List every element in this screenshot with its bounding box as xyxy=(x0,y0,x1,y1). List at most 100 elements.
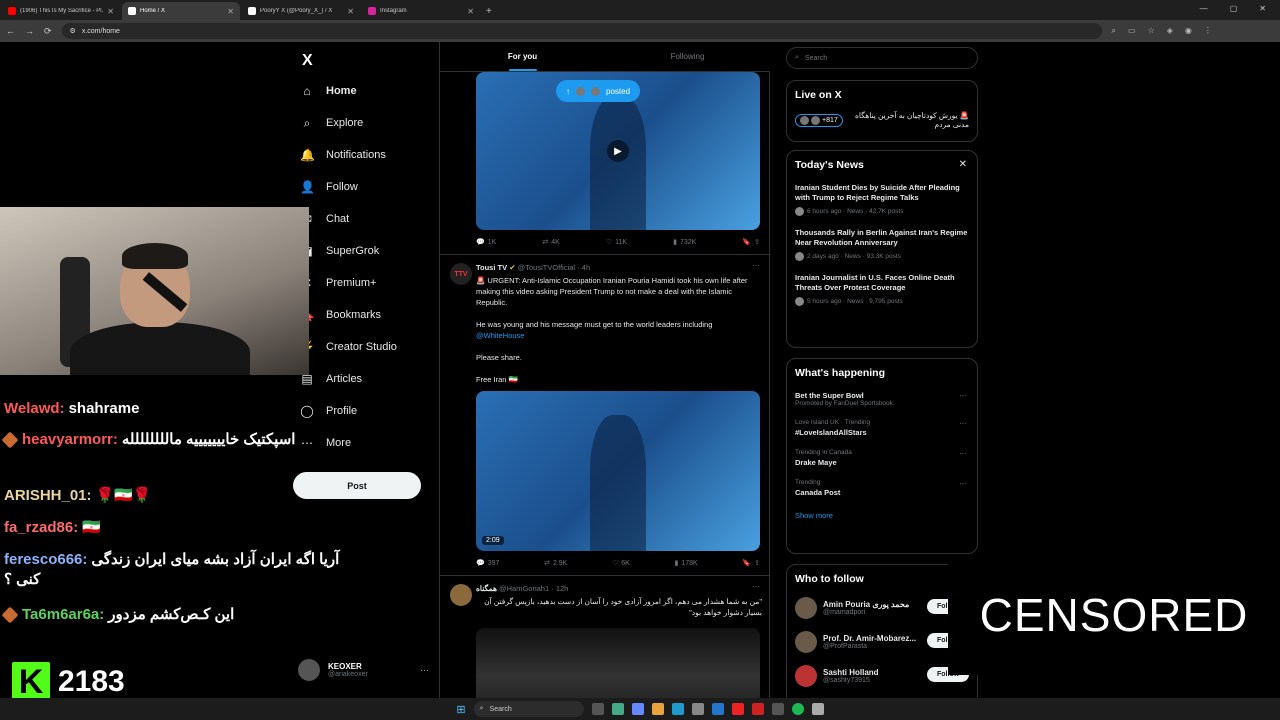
show-more-link[interactable]: Show more xyxy=(795,511,969,520)
nav-follow[interactable]: 👤 Follow xyxy=(300,177,358,197)
chrome-icon[interactable] xyxy=(611,703,624,715)
app-icon[interactable] xyxy=(751,703,764,715)
live-item[interactable]: 🚨 یورش کودتاچیان به آخرین پناهگاه مدنی م… xyxy=(795,111,969,129)
nav-explore[interactable]: ⌕ Explore xyxy=(300,113,364,133)
back-icon[interactable]: ← xyxy=(6,26,15,36)
trend-item[interactable]: Bet the Super Bowl Promoted by FanDuel Sp… xyxy=(795,391,969,407)
nav-notifications[interactable]: 🔔 Notifications xyxy=(300,145,386,165)
forward-icon[interactable]: → xyxy=(25,26,34,36)
tweet[interactable]: TTV Tousi TV ✔ @TousiTVOfficial · 4h ···… xyxy=(440,254,770,574)
tweet-time[interactable]: · 4h xyxy=(577,263,590,272)
menu-icon[interactable]: ⋮ xyxy=(1204,26,1212,36)
reply-button[interactable]: 💬 397 xyxy=(476,559,499,568)
more-icon[interactable]: ··· xyxy=(959,391,967,400)
tweet-video[interactable]: ↑ posted ▶ xyxy=(476,72,760,230)
settings-icon[interactable] xyxy=(811,703,824,715)
close-tab-icon[interactable]: ✕ xyxy=(347,7,354,16)
browser-tab[interactable]: Instagram ✕ xyxy=(362,2,480,20)
views-button[interactable]: ▮ 178K xyxy=(675,559,698,568)
play-icon[interactable]: ▶ xyxy=(607,140,629,162)
close-icon[interactable]: ✕ xyxy=(959,159,967,170)
mention-link[interactable]: @WhiteHouse xyxy=(476,331,524,340)
app-icon[interactable] xyxy=(771,703,784,715)
live-listeners-pill[interactable]: +817 xyxy=(795,113,843,127)
app-icon[interactable] xyxy=(631,703,644,715)
retweet-button[interactable]: ⇄ 2.9K xyxy=(544,559,567,568)
tweet-video[interactable]: 2:09 xyxy=(476,391,760,551)
follow-suggestion[interactable]: Sashti Holland@sashty73915Follow xyxy=(795,665,970,687)
follow-suggestion[interactable]: Amin Pouria محمد پوری@mamadporiFollow xyxy=(795,597,970,619)
maximize-icon[interactable]: ▢ xyxy=(1230,4,1238,13)
tweet-author-handle[interactable]: @TousiTVOfficial xyxy=(518,263,576,272)
new-posts-pill[interactable]: ↑ posted xyxy=(556,80,641,102)
app-icon[interactable] xyxy=(691,703,704,715)
like-button[interactable]: ♡ 6K xyxy=(612,559,630,568)
trend-item[interactable]: Trending in Canada Drake Maye ··· xyxy=(795,449,969,467)
close-tab-icon[interactable]: ✕ xyxy=(107,7,114,16)
tweet-image[interactable] xyxy=(476,628,760,698)
windows-start-icon[interactable]: ⊞ xyxy=(456,703,465,716)
avatar[interactable]: TTV xyxy=(450,263,472,285)
browser-tab-active[interactable]: Home / X ✕ xyxy=(122,2,240,20)
more-icon[interactable]: ··· xyxy=(752,582,760,591)
tweet-time[interactable]: · 12h xyxy=(551,584,568,593)
more-icon[interactable]: ··· xyxy=(959,419,967,428)
more-icon[interactable]: ··· xyxy=(420,665,429,675)
nav-bookmarks[interactable]: 🔖Bookmarks xyxy=(300,305,381,325)
minimize-icon[interactable]: — xyxy=(1200,4,1208,13)
url-field[interactable]: ⚙ x.com/home xyxy=(61,23,1102,39)
more-icon[interactable]: ··· xyxy=(959,479,967,488)
new-tab-icon[interactable]: + xyxy=(486,6,492,17)
tab-for-you[interactable]: For you xyxy=(440,42,605,71)
youtube-icon[interactable] xyxy=(731,703,744,715)
x-logo[interactable]: X xyxy=(302,52,313,70)
taskbar-search[interactable]: ⌕ Search xyxy=(473,701,584,717)
views-button[interactable]: ▮ 732K xyxy=(673,238,696,247)
trend-item[interactable]: Love Island UK · Trending #LoveIslandAllS… xyxy=(795,419,969,437)
news-item[interactable]: Thousands Rally in Berlin Against Iran's… xyxy=(795,228,969,261)
extensions-icon[interactable]: ◈ xyxy=(1167,26,1173,36)
bookmark-icon[interactable]: 🔖 xyxy=(742,559,751,567)
more-icon[interactable]: ··· xyxy=(959,449,967,458)
file-explorer-icon[interactable] xyxy=(651,703,664,715)
more-icon[interactable]: ··· xyxy=(752,261,760,270)
reply-button[interactable]: 💬 1K xyxy=(476,238,496,247)
close-tab-icon[interactable]: ✕ xyxy=(227,7,234,16)
avatar[interactable] xyxy=(795,665,817,687)
news-item[interactable]: Iranian Journalist in U.S. Faces Online … xyxy=(795,273,969,306)
news-item[interactable]: Iranian Student Dies by Suicide After Pl… xyxy=(795,183,969,216)
site-info-icon[interactable]: ⚙ xyxy=(70,27,76,35)
nav-home[interactable]: ⌂ Home xyxy=(300,81,356,101)
nav-supergrok[interactable]: ◪SuperGrok xyxy=(300,241,379,261)
mail-icon[interactable] xyxy=(711,703,724,715)
share-icon[interactable]: ⇪ xyxy=(754,559,760,567)
trend-item[interactable]: Trending Canada Post ··· xyxy=(795,479,969,497)
search-input[interactable]: ⌕ Search xyxy=(786,47,978,69)
reload-icon[interactable]: ⟳ xyxy=(44,26,52,37)
zoom-icon[interactable]: ⌕ xyxy=(1112,26,1116,36)
account-switcher[interactable]: KEOXER @ariakeoxer ··· xyxy=(298,659,429,681)
star-icon[interactable]: ☆ xyxy=(1148,26,1155,36)
avatar[interactable] xyxy=(795,631,817,653)
close-window-icon[interactable]: ✕ xyxy=(1259,4,1266,13)
retweet-button[interactable]: ⇄ 4K xyxy=(542,238,559,247)
browser-tab[interactable]: PooryY X (@Poory_X_) / X ✕ xyxy=(242,2,360,20)
tweet-author-name[interactable]: همگناه xyxy=(476,584,497,593)
avatar[interactable] xyxy=(450,584,472,606)
nav-premium[interactable]: ✕Premium+ xyxy=(300,273,376,293)
browser-tab[interactable]: (1906) This Is My Sacrifice - Pl... ✕ xyxy=(2,2,120,20)
task-view-icon[interactable] xyxy=(591,703,604,715)
tweet-author-handle[interactable]: @HamGonah1 xyxy=(499,584,549,593)
like-button[interactable]: ♡ 11K xyxy=(606,238,627,247)
nav-creator-studio[interactable]: ⚡Creator Studio xyxy=(300,337,397,357)
close-tab-icon[interactable]: ✕ xyxy=(467,7,474,16)
tweet-author-name[interactable]: Tousi TV xyxy=(476,263,507,272)
tab-following[interactable]: Following xyxy=(605,42,770,71)
bookmark-icon[interactable]: 🔖 xyxy=(742,238,751,246)
edge-icon[interactable] xyxy=(671,703,684,715)
avatar[interactable] xyxy=(795,597,817,619)
spotify-icon[interactable] xyxy=(791,703,804,715)
follow-suggestion[interactable]: Prof. Dr. Amir-Mobarez...@ProfParastaFol… xyxy=(795,631,970,653)
cast-icon[interactable]: ▭ xyxy=(1128,26,1136,36)
tweet[interactable]: همگناه @HamGonah1 · 12h ··· "من به شما ه… xyxy=(440,575,770,698)
